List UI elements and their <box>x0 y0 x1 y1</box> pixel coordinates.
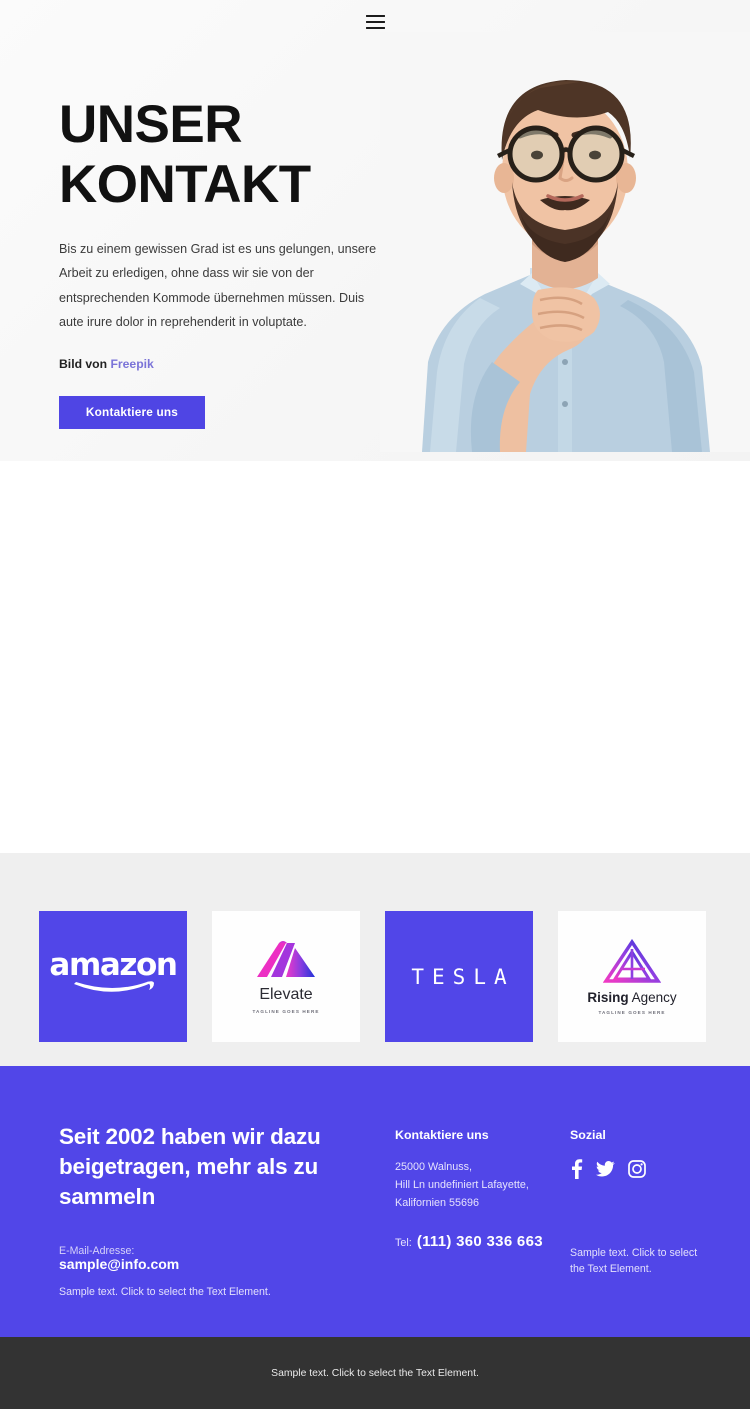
amazon-smile-icon <box>74 981 154 992</box>
tesla-wordmark: TESLA <box>411 964 515 989</box>
amazon-wordmark: amazon <box>49 947 178 984</box>
facebook-icon[interactable] <box>570 1159 583 1179</box>
hero-photo-illustration <box>380 32 750 452</box>
bottom-bar: Sample text. Click to select the Text El… <box>0 1337 750 1409</box>
logo-tile-amazon[interactable]: amazon <box>39 911 187 1042</box>
footer-heading: Seit 2002 haben wir dazu beigetragen, me… <box>59 1124 321 1209</box>
burger-line <box>366 15 385 18</box>
footer-social-column: Sozial <box>570 1128 646 1179</box>
elevate-wordmark: Elevate <box>259 985 313 1003</box>
logo-tile-elevate[interactable]: Elevate TAGLINE GOES HERE <box>212 911 360 1042</box>
footer-contact-column: Kontaktiere uns 25000 Walnuss, Hill Ln u… <box>395 1128 543 1250</box>
burger-line <box>366 20 385 24</box>
bottom-bar-text: Sample text. Click to select the Text El… <box>271 1367 479 1379</box>
logo-row: amazon Elevate TAGLINE GOES HERE TESLA R… <box>39 911 706 1042</box>
hero-image <box>380 32 750 452</box>
footer-telephone: Tel: (111) 360 336 663 <box>395 1233 543 1250</box>
amazon-logo: amazon <box>49 947 178 1001</box>
contact-us-button[interactable]: Kontaktiere uns <box>59 396 205 429</box>
page-title: UNSER KONTAKT <box>59 95 399 216</box>
contact-section: Wir sind hier, um zu unterstützen Sample… <box>0 461 750 1288</box>
image-credit-prefix: Bild von <box>59 357 108 371</box>
rising-agency-mark-icon <box>603 938 661 983</box>
top-navigation <box>0 0 750 46</box>
hero-title-line-1: UNSER <box>59 95 243 154</box>
rising-word: Rising <box>587 989 629 1005</box>
address-line-3: Kalifornien 55696 <box>395 1196 480 1209</box>
elevate-mark-icon <box>257 940 315 977</box>
rising-agency-tagline: TAGLINE GOES HERE <box>598 1009 666 1015</box>
elevate-tagline: TAGLINE GOES HERE <box>252 1008 320 1014</box>
hero-content: UNSER KONTAKT Bis zu einem gewissen Grad… <box>59 95 399 429</box>
footer-contact-title: Kontaktiere uns <box>395 1128 489 1142</box>
hero-section: UNSER KONTAKT Bis zu einem gewissen Grad… <box>0 0 750 461</box>
address-line-1: 25000 Walnuss, <box>395 1161 473 1173</box>
rising-agency-wordmark: Rising Agency <box>587 990 676 1005</box>
footer-email-address[interactable]: sample@info.com <box>59 1256 179 1272</box>
image-credit: Bild von Freepik <box>59 357 399 371</box>
agency-word: Agency <box>631 989 677 1005</box>
social-links <box>570 1159 646 1179</box>
twitter-icon[interactable] <box>596 1160 615 1178</box>
telephone-number[interactable]: (111) 360 336 663 <box>417 1233 543 1250</box>
footer: Seit 2002 haben wir dazu beigetragen, me… <box>0 1066 750 1337</box>
footer-social-note: Sample text. Click to select the Text El… <box>570 1247 698 1275</box>
address-line-2: Hill Ln undefiniert Lafayette, <box>395 1178 529 1191</box>
burger-line <box>366 26 385 30</box>
freepik-link[interactable]: Freepik <box>110 357 153 371</box>
footer-address: 25000 Walnuss, Hill Ln undefiniert Lafay… <box>395 1159 543 1212</box>
hero-title-line-2: KONTAKT <box>59 155 311 215</box>
footer-social-title: Sozial <box>570 1128 606 1142</box>
partner-logos-section: amazon Elevate TAGLINE GOES HERE TESLA R… <box>0 853 750 1066</box>
hamburger-menu-icon[interactable] <box>366 15 385 30</box>
instagram-icon[interactable] <box>628 1160 646 1178</box>
telephone-label: Tel: <box>395 1237 412 1250</box>
footer-note: Sample text. Click to select the Text El… <box>59 1286 271 1298</box>
logo-tile-tesla[interactable]: TESLA <box>385 911 533 1042</box>
hero-description: Bis zu einem gewissen Grad ist es uns ge… <box>59 241 377 330</box>
logo-tile-rising-agency[interactable]: Rising Agency TAGLINE GOES HERE <box>558 911 706 1042</box>
